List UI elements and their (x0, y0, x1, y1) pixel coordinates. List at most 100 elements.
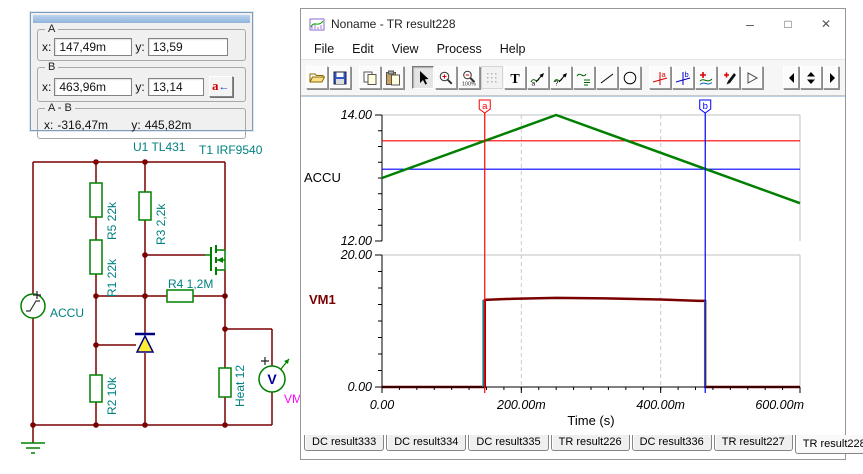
cursor-a-tool-button[interactable]: a (649, 66, 671, 89)
query-curve-icon: ? (553, 72, 567, 86)
label-curve-icon: a (530, 72, 544, 86)
zoom-100-tool-button[interactable]: 100% (458, 66, 480, 89)
menu-file[interactable]: File (305, 40, 343, 58)
line-tool-button[interactable] (596, 66, 618, 89)
menu-bar: File Edit View Process Help (301, 39, 845, 60)
cursor-a-icon: a (652, 70, 668, 85)
window-title: Noname - TR result228 (331, 17, 456, 31)
open-tool-button[interactable] (306, 66, 328, 89)
result-tab-bar: DC result333 DC result334 DC result335 TR r… (304, 435, 863, 455)
menu-edit[interactable]: Edit (343, 40, 383, 58)
tab-dc-result334[interactable]: DC result334 (386, 435, 467, 451)
menu-help[interactable]: Help (491, 40, 535, 58)
mosfet-t1[interactable] (205, 245, 226, 275)
label-curve-tool-button[interactable]: a (527, 66, 549, 89)
text-tool-button[interactable]: T (504, 66, 526, 89)
paste-tool-button[interactable] (382, 66, 404, 89)
minimize-button[interactable]: – (731, 9, 769, 39)
scroll-left-button[interactable] (783, 66, 799, 89)
close-button[interactable]: ✕ (807, 9, 845, 39)
svg-text:ACCU: ACCU (304, 170, 341, 185)
scroll-right-button[interactable] (823, 66, 839, 89)
maximize-button[interactable]: □ (769, 9, 807, 39)
ground-symbol (21, 442, 45, 454)
window-titlebar[interactable]: Noname - TR result228 – □ ✕ (301, 9, 845, 39)
probe-icon (724, 72, 736, 84)
legend-curve-tool-button[interactable] (573, 66, 595, 89)
svg-text:100%: 100% (462, 81, 476, 86)
tab-tr-result226[interactable]: TR result226 (550, 435, 630, 451)
tab-dc-result336[interactable]: DC result336 (631, 435, 712, 451)
resistor-r1 (89, 239, 103, 275)
tl431-u1[interactable] (135, 332, 155, 353)
voltmeter[interactable]: V (258, 357, 290, 393)
cursor-b-icon: b (675, 70, 691, 85)
label-heat: Heat 12 (233, 365, 247, 407)
label-accu: ACCU (50, 306, 84, 320)
svg-text:200.00m: 200.00m (496, 398, 546, 412)
scroll-left-icon (789, 72, 794, 83)
ellipse-tool-button[interactable] (619, 66, 641, 89)
svg-text:b: b (685, 70, 689, 79)
svg-text:a: a (482, 101, 488, 112)
toolbar: 100% Ta? a b (301, 60, 845, 96)
label-u1: U1 TL431 (133, 140, 186, 154)
grid-tool-button[interactable] (481, 66, 503, 89)
line-icon (600, 73, 614, 83)
paste-icon (386, 70, 400, 85)
chart-area: 14.00 12.00 ACCU 20.00 0.00 VM1 0.00 200.00m 400… (301, 96, 845, 437)
svg-text:T: T (510, 72, 520, 86)
marker-icon (747, 71, 759, 84)
copy-tool-button[interactable] (359, 66, 381, 89)
result-chart[interactable]: 14.00 12.00 ACCU 20.00 0.00 VM1 0.00 200.00m 400… (301, 97, 845, 437)
pointer-icon (420, 70, 429, 85)
zoom-in-tool-button[interactable] (435, 66, 457, 89)
grid-icon (487, 72, 497, 82)
marker-tool-button[interactable] (741, 66, 763, 89)
probe-tool-button[interactable] (718, 66, 740, 89)
svg-text:14.00: 14.00 (341, 108, 372, 122)
save-icon (333, 71, 347, 84)
cursor-b-tool-button[interactable]: b (672, 66, 694, 89)
query-curve-tool-button[interactable]: ? (550, 66, 572, 89)
svg-text:400.00m: 400.00m (636, 398, 685, 412)
label-r2: R2 10k (105, 376, 119, 415)
menu-process[interactable]: Process (428, 40, 491, 58)
resistor-r5 (89, 182, 103, 218)
svg-text:600.00m: 600.00m (755, 398, 804, 412)
copy-icon (363, 71, 377, 85)
tab-tr-result227[interactable]: TR result227 (713, 435, 793, 451)
scroll-right-icon (830, 72, 835, 83)
svg-text:?: ? (555, 80, 559, 86)
resistor-r2 (89, 374, 103, 403)
svg-text:12.00: 12.00 (341, 234, 372, 248)
label-r1: R1 22k (105, 258, 119, 297)
resistor-heat (218, 367, 232, 398)
zoom-in-icon (439, 71, 453, 85)
voltmeter-letter: V (267, 371, 277, 387)
label-r5: R5 22k (105, 201, 119, 240)
legend-curve-icon (576, 73, 590, 85)
tab-dc-result335[interactable]: DC result335 (468, 435, 549, 451)
spinner-button[interactable] (800, 66, 822, 89)
add-curves-icon (699, 71, 713, 85)
app-icon (309, 18, 325, 31)
text-icon: T (510, 72, 520, 86)
ellipse-icon (623, 71, 637, 84)
svg-text:a: a (662, 70, 667, 79)
svg-text:a: a (532, 80, 536, 86)
page-scroll-group (783, 66, 840, 89)
menu-view[interactable]: View (383, 40, 428, 58)
result-window: Noname - TR result228 – □ ✕ File Edit View Pr… (300, 8, 863, 460)
add-curves-tool-button[interactable] (695, 66, 717, 89)
tab-dc-result333[interactable]: DC result333 (304, 435, 385, 451)
accu-source[interactable] (20, 291, 46, 319)
svg-text:VM1: VM1 (309, 292, 336, 307)
pointer-tool-button[interactable] (412, 66, 434, 89)
label-t1: T1 IRF9540 (199, 143, 263, 157)
junction-dots (30, 159, 228, 428)
resistor-r3 (138, 191, 152, 221)
tab-tr-result228[interactable]: TR result228 (794, 435, 863, 454)
save-tool-button[interactable] (329, 66, 351, 89)
spinner-icon (807, 71, 815, 84)
